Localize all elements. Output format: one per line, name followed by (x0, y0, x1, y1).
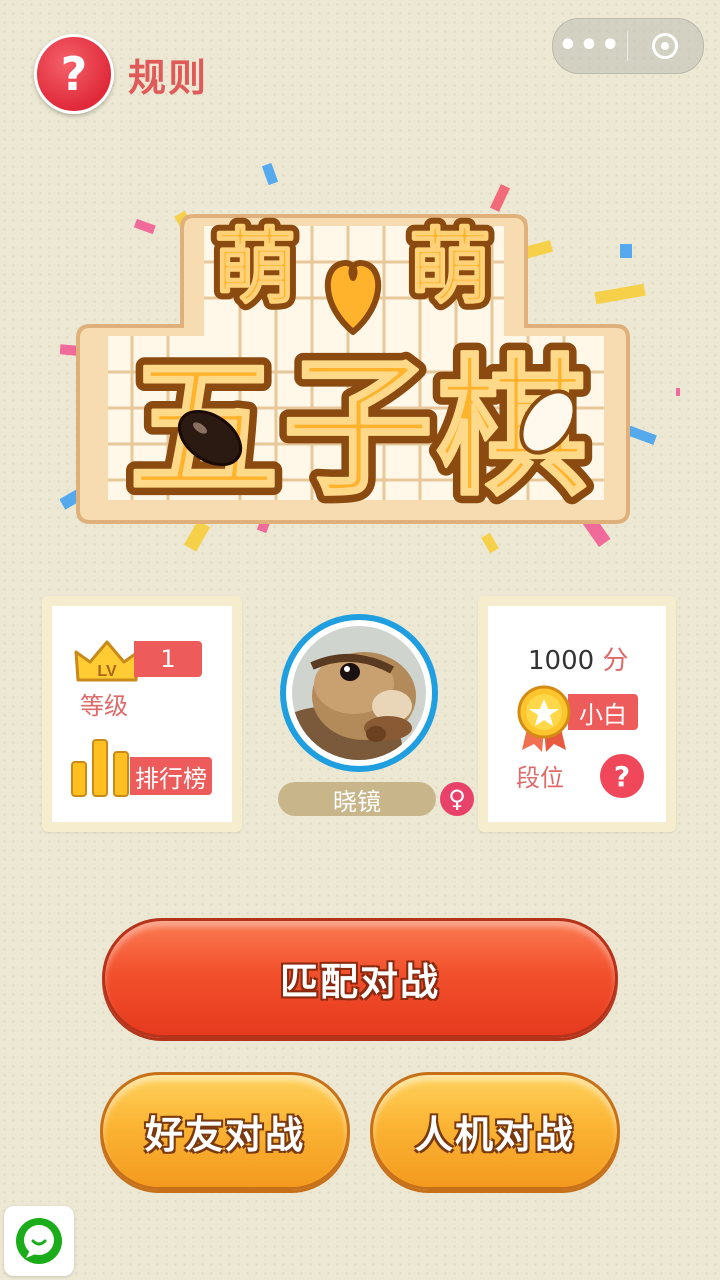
more-dots-icon: ••• (558, 28, 622, 63)
target-icon (652, 33, 678, 59)
tier-value: 小白 (568, 694, 638, 730)
score-unit: 分 (602, 646, 629, 676)
chipmunk-avatar-image (292, 626, 426, 760)
score-value: 1000 (528, 646, 595, 676)
logo-char-meng-2: 萌 (409, 222, 491, 313)
rules-label: 规则 (128, 55, 209, 100)
medal-star-icon (517, 685, 571, 752)
customer-service-button[interactable] (4, 1206, 74, 1276)
match-battle-button[interactable]: 匹配对战 (102, 918, 618, 1038)
question-icon: ? (34, 34, 114, 114)
more-menu-button[interactable]: ••• (553, 31, 627, 61)
leaderboard-button[interactable]: 排行榜 (130, 757, 212, 795)
level-value: 1 (134, 641, 202, 677)
ai-battle-button[interactable]: 人机对战 (370, 1072, 620, 1190)
lv-text: LV (97, 663, 117, 680)
female-icon: ♀ (440, 782, 474, 816)
avatar[interactable] (280, 614, 438, 772)
close-miniprogram-button[interactable] (628, 33, 702, 59)
rules-button[interactable]: ? 规则 (34, 34, 208, 114)
leaderboard-bars-icon (71, 739, 129, 797)
chat-bubble-icon (16, 1218, 62, 1264)
score: 1000 分 (528, 640, 628, 677)
tier-label: 段位 (516, 764, 564, 792)
level-label: 等级 (80, 692, 128, 720)
crown-icon: LV (74, 640, 140, 682)
friend-battle-button[interactable]: 好友对战 (100, 1072, 350, 1190)
miniprogram-capsule: ••• (552, 18, 704, 74)
player-name: 晓镜 (278, 782, 436, 816)
logo-char-meng-1: 萌 (214, 222, 296, 313)
tier-help-button[interactable]: ? (600, 754, 644, 798)
game-logo: 萌 萌 萌 萌 五子棋 五子棋 (60, 162, 680, 554)
